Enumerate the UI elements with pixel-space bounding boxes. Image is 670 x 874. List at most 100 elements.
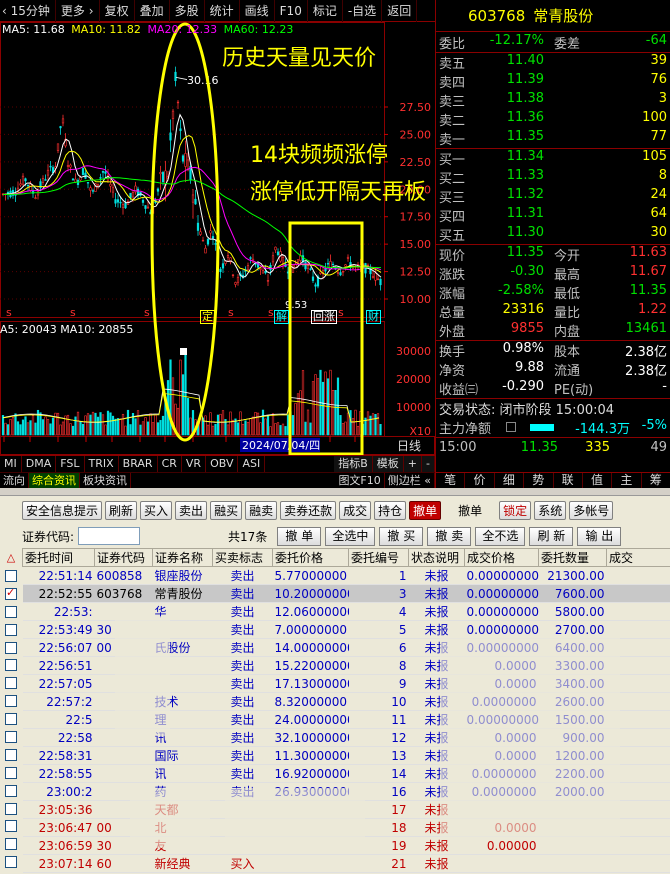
tab-indicator-b[interactable]: 指标B — [334, 456, 373, 472]
table-row[interactable]: 23:06:5930友19未报0.00000 — [22, 836, 670, 855]
cancel-order-tab[interactable]: 撤单 — [409, 500, 442, 520]
more-menu[interactable]: 更多 › — [56, 0, 100, 22]
tab-brar[interactable]: BRAR — [119, 456, 158, 472]
row-checkbox[interactable] — [5, 677, 17, 690]
system-button[interactable]: 系统 — [534, 500, 567, 520]
sidebar-toggle[interactable]: 侧边栏 « — [385, 473, 435, 488]
positions-button[interactable]: 持仓 — [374, 500, 407, 520]
tab-xi[interactable]: 细 — [495, 473, 525, 488]
row-checkbox[interactable] — [5, 569, 17, 582]
tab-zhi[interactable]: 值 — [583, 473, 613, 488]
row-checkbox[interactable] — [5, 713, 17, 726]
row-checkbox[interactable] — [5, 605, 17, 618]
row-checkbox[interactable] — [5, 838, 17, 851]
row-checkbox[interactable] — [5, 784, 17, 797]
select-all-button[interactable]: 全选中 — [325, 526, 376, 546]
toolbar-item-fuquan[interactable]: 复权 — [100, 0, 135, 22]
row-checkbox[interactable] — [5, 623, 17, 636]
row-checkbox[interactable] — [5, 766, 17, 779]
toolbar-item-fanhui[interactable]: 返回 — [382, 0, 418, 22]
column-header[interactable]: 委托数量 — [538, 548, 607, 567]
sort-indicator-icon[interactable]: △ — [0, 548, 22, 567]
row-checkbox[interactable] — [5, 748, 17, 761]
table-row[interactable]: 22:52:55 603768 常青股份 卖出 10.20000000 3 未报 0.0000… — [22, 584, 670, 603]
column-header[interactable]: 证券名称 — [152, 548, 213, 567]
tab-chou[interactable]: 筹 — [642, 473, 670, 488]
deselect-all-button[interactable]: 全不选 — [475, 526, 526, 546]
tag-jie[interactable]: 解 — [274, 310, 289, 324]
toolbar-item-zixuan[interactable]: -自选 — [343, 0, 383, 22]
column-header[interactable]: 状态说明 — [408, 548, 465, 567]
tab-bi[interactable]: 笔 — [436, 473, 466, 488]
tag-ding[interactable]: 定 — [200, 310, 215, 324]
column-header[interactable]: 委托时间 — [22, 548, 95, 567]
tab-dma[interactable]: DMA — [22, 456, 57, 472]
stock-code-input[interactable] — [78, 527, 141, 545]
zoom-in-button[interactable]: + — [403, 456, 423, 472]
tab-tuwen-f10[interactable]: 图文F10 — [335, 473, 385, 488]
column-header[interactable]: 买卖标志 — [212, 548, 273, 567]
cancel-order-button[interactable]: 撤 单 — [277, 526, 322, 546]
table-row[interactable]: 22:51:14 600858 银座股份 卖出 5.77000000 1 未报 0.00000… — [22, 566, 670, 585]
deals-button[interactable]: 成交 — [339, 500, 372, 520]
tab-template[interactable]: 模板 — [372, 456, 404, 472]
zoom-out-button[interactable]: - — [422, 456, 435, 472]
tab-lian[interactable]: 联 — [554, 473, 583, 488]
tab-cr[interactable]: CR — [158, 456, 182, 472]
margin-sell-button[interactable]: 融卖 — [245, 500, 278, 520]
row-checkbox[interactable] — [5, 730, 17, 743]
stat-row: 换手 0.98% 股本 2.38亿 — [436, 341, 670, 360]
grid-icon[interactable] — [506, 422, 516, 432]
toolbar-item-f10[interactable]: F10 — [275, 0, 308, 22]
tab-zhu[interactable]: 主 — [612, 473, 642, 488]
toolbar-item-duogu[interactable]: 多股 — [170, 0, 205, 22]
tab-trix[interactable]: TRIX — [85, 456, 119, 472]
tab-zonghe-zixun[interactable]: 综合资讯 — [29, 473, 80, 488]
row-checkbox[interactable] — [5, 820, 17, 833]
tab-bankuai-zixun[interactable]: 板块资讯 — [80, 473, 131, 488]
margin-buy-button[interactable]: 融买 — [210, 500, 243, 520]
cancel-buy-button[interactable]: 撤 买 — [379, 526, 424, 546]
tab-asi[interactable]: ASI — [238, 456, 266, 472]
cancel-sell-button[interactable]: 撤 卖 — [427, 526, 472, 546]
volume-bar — [294, 402, 297, 436]
tab-shi[interactable]: 势 — [524, 473, 554, 488]
column-header[interactable]: 成交 — [606, 548, 670, 567]
tab-mi[interactable]: MI — [0, 456, 22, 472]
export-button[interactable]: 输 出 — [577, 526, 622, 546]
buy-button[interactable]: 买入 — [140, 500, 173, 520]
toolbar-item-tongji[interactable]: 统计 — [205, 0, 240, 22]
table-row[interactable]: 23:07:14 60 新经典 买入 21 未报 — [22, 854, 670, 873]
toolbar-item-diejia[interactable]: 叠加 — [135, 0, 170, 22]
toolbar-item-biaoji[interactable]: 标记 — [308, 0, 343, 22]
tab-fsl[interactable]: FSL — [56, 456, 85, 472]
row-checkbox[interactable] — [5, 695, 17, 708]
period-selector[interactable]: ‹ 15分钟 — [0, 0, 56, 22]
lock-button[interactable]: 锁定 — [499, 500, 532, 520]
row-checkbox[interactable] — [5, 856, 17, 869]
tab-obv[interactable]: OBV — [206, 456, 239, 472]
kline-chart[interactable]: 27.50 25.00 22.50 20.00 17.50 15.00 12.50 10.00… — [0, 22, 435, 455]
tab-jia[interactable]: 价 — [465, 473, 495, 488]
tag-huizhang[interactable]: 回涨 — [311, 310, 337, 324]
tab-liuxiang[interactable]: 流向 — [0, 473, 29, 488]
column-header[interactable]: 委托价格 — [272, 548, 349, 567]
column-header[interactable]: 证券代码 — [94, 548, 153, 567]
refresh-list-button[interactable]: 刷 新 — [529, 526, 574, 546]
toolbar-item-huaxian[interactable]: 画线 — [240, 0, 275, 22]
sell-repay-button[interactable]: 卖券还款 — [280, 500, 337, 520]
sell-button[interactable]: 卖出 — [175, 500, 208, 520]
bid-level: 买四 11.31 64 — [436, 206, 670, 225]
row-checkbox[interactable] — [5, 802, 17, 815]
tag-cai[interactable]: 财 — [366, 310, 381, 324]
security-info-button[interactable]: 安全信息提示 — [22, 500, 103, 520]
refresh-button[interactable]: 刷新 — [105, 500, 138, 520]
column-header[interactable]: 委托编号 — [348, 548, 409, 567]
row-checkbox[interactable] — [5, 586, 17, 600]
candle-body — [89, 187, 92, 191]
column-header[interactable]: 成交价格 — [464, 548, 539, 567]
row-checkbox[interactable] — [5, 659, 17, 672]
tab-vr[interactable]: VR — [182, 456, 207, 472]
row-checkbox[interactable] — [5, 641, 17, 654]
multi-account-button[interactable]: 多帐号 — [569, 500, 614, 520]
